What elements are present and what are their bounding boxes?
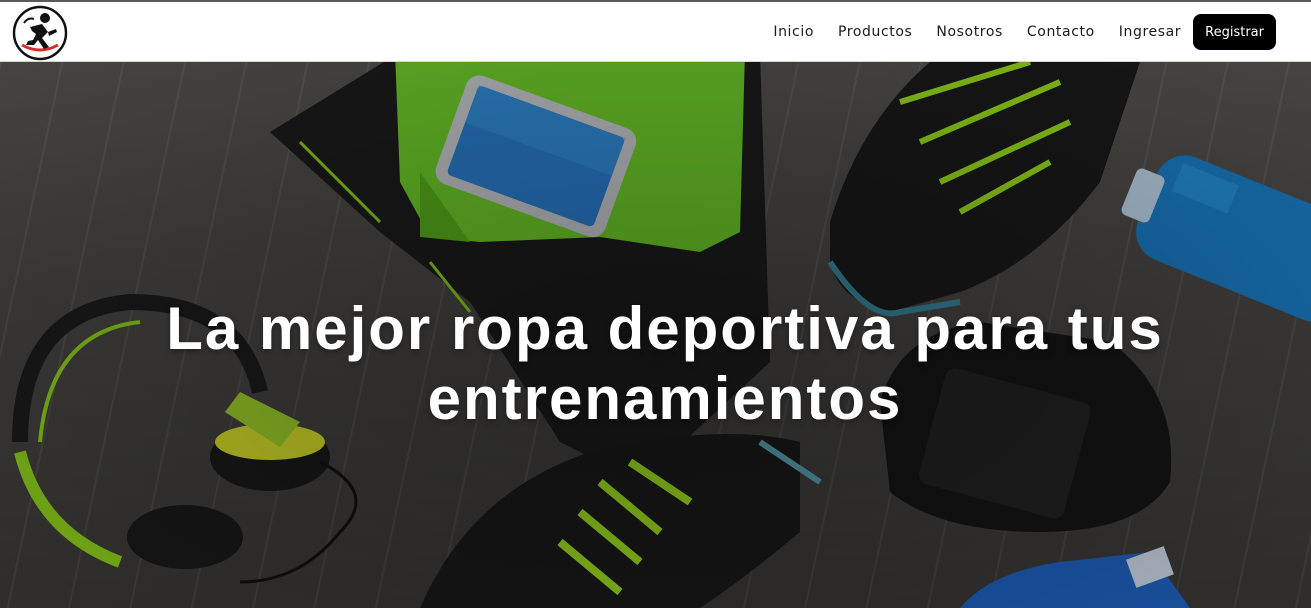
nav-link-inicio[interactable]: Inicio	[773, 24, 814, 40]
main-nav: Inicio Productos Nosotros Contacto Ingre…	[773, 14, 1276, 50]
nav-link-nosotros[interactable]: Nosotros	[936, 24, 1003, 40]
nav-link-ingresar[interactable]: Ingresar	[1119, 24, 1181, 40]
hero-section: La mejor ropa deportiva para tus entrena…	[0, 62, 1311, 608]
navbar: Inicio Productos Nosotros Contacto Ingre…	[0, 0, 1311, 62]
register-button[interactable]: Registrar	[1193, 14, 1276, 50]
nav-link-contacto[interactable]: Contacto	[1027, 24, 1095, 40]
runner-logo-icon[interactable]	[12, 5, 68, 61]
nav-link-productos[interactable]: Productos	[838, 24, 912, 40]
hero-title: La mejor ropa deportiva para tus entrena…	[166, 295, 1164, 432]
